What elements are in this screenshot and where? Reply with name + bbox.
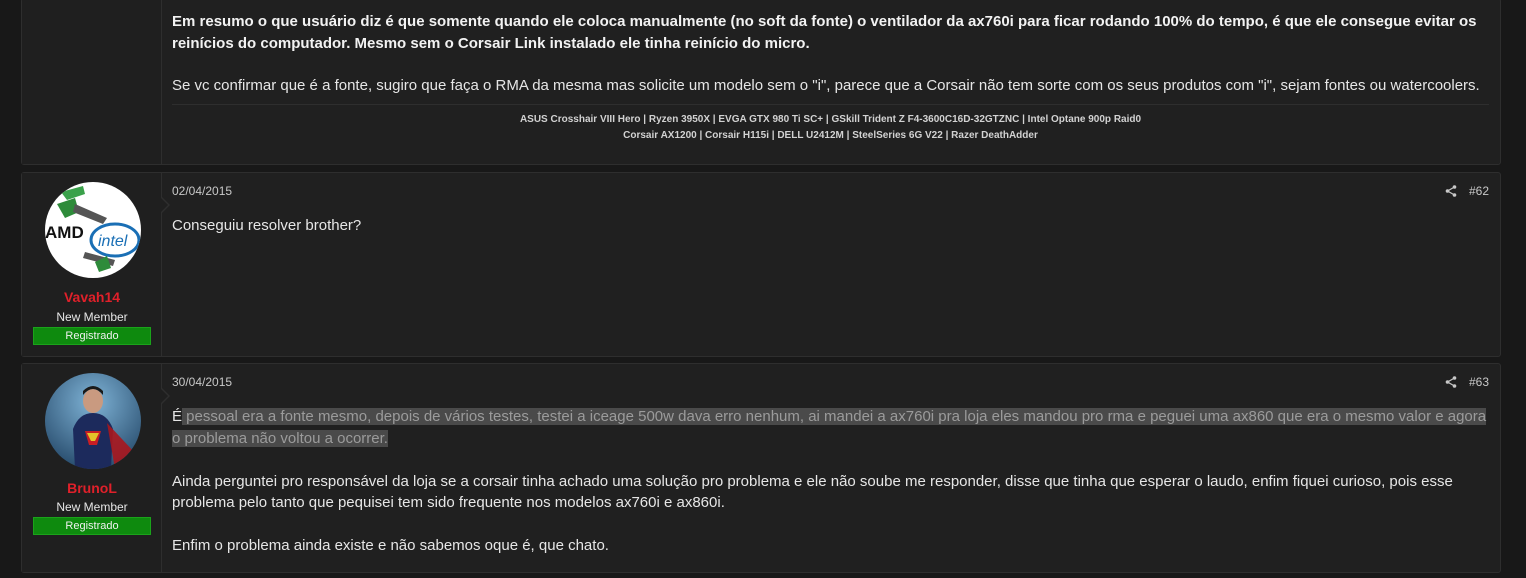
user-title: New Member <box>56 310 128 324</box>
user-title: New Member <box>56 500 128 514</box>
text-selection: pessoal era a fonte mesmo, depois de vár… <box>172 408 1487 447</box>
user-badge: Registrado <box>33 517 151 535</box>
post-date[interactable]: 02/04/2015 <box>172 184 232 198</box>
post-paragraph: Ainda perguntei pro responsável da loja … <box>172 472 1453 512</box>
username[interactable]: BrunoL <box>22 480 162 496</box>
share-icon[interactable] <box>1445 376 1457 388</box>
post-number[interactable]: #62 <box>1469 184 1489 198</box>
signature-line: Corsair AX1200 | Corsair H115i | DELL U2… <box>623 130 1038 141</box>
post-content: Em resumo o que usuário diz é que soment… <box>172 0 1489 164</box>
post-user-sidebar: BrunoL New Member Registrado <box>22 364 170 572</box>
avatar-amd-text: AMD <box>45 223 84 242</box>
post-meta: #63 <box>1445 375 1489 389</box>
avatar-intel-text: intel <box>98 233 128 250</box>
post-message[interactable]: É pessoal era a fonte mesmo, depois de v… <box>172 406 1489 578</box>
post-paragraph-highlighted: É pessoal era a fonte mesmo, depois de v… <box>172 406 1489 449</box>
post-date[interactable]: 30/04/2015 <box>172 375 232 389</box>
share-icon[interactable] <box>1445 185 1457 197</box>
post-content: 30/04/2015 #63 É pessoal era a fonte mes… <box>172 364 1489 572</box>
post-paragraph: Se vc confirmar que é a fonte, sugiro qu… <box>172 77 1480 94</box>
post-user-sidebar <box>22 0 162 164</box>
message-arrow <box>161 197 170 213</box>
post-paragraph: Enfim o problema ainda existe e não sabe… <box>172 537 609 554</box>
post-card: Em resumo o que usuário diz é que soment… <box>21 0 1501 165</box>
highlight-prefix: É <box>172 408 183 425</box>
message-arrow <box>161 388 170 404</box>
amd-intel-avatar-image: AMD intel <box>45 182 141 278</box>
signature-line: ASUS Crosshair VIII Hero | Ryzen 3950X |… <box>519 114 1142 125</box>
post-message: Conseguiu resolver brother? <box>172 217 362 234</box>
post-meta: #62 <box>1445 184 1489 198</box>
post-content: 02/04/2015 #62 Conseguiu resolver brothe… <box>172 173 1489 356</box>
signature: ASUS Crosshair VIII Hero | Ryzen 3950X |… <box>172 104 1489 144</box>
username[interactable]: Vavah14 <box>22 289 162 305</box>
superman-avatar-image <box>45 373 141 469</box>
post-number[interactable]: #63 <box>1469 375 1489 389</box>
post-message: Em resumo o que usuário diz é que soment… <box>172 11 1489 97</box>
user-badge: Registrado <box>33 327 151 345</box>
post-bold-paragraph: Em resumo o que usuário diz é que soment… <box>172 13 1477 52</box>
post-card: BrunoL New Member Registrado 30/04/2015 … <box>21 363 1501 573</box>
avatar[interactable] <box>45 373 141 469</box>
post-card: AMD intel Vavah14 New Member Registrado … <box>21 172 1501 357</box>
post-user-sidebar: AMD intel Vavah14 New Member Registrado <box>22 173 170 356</box>
avatar[interactable]: AMD intel <box>45 182 141 278</box>
